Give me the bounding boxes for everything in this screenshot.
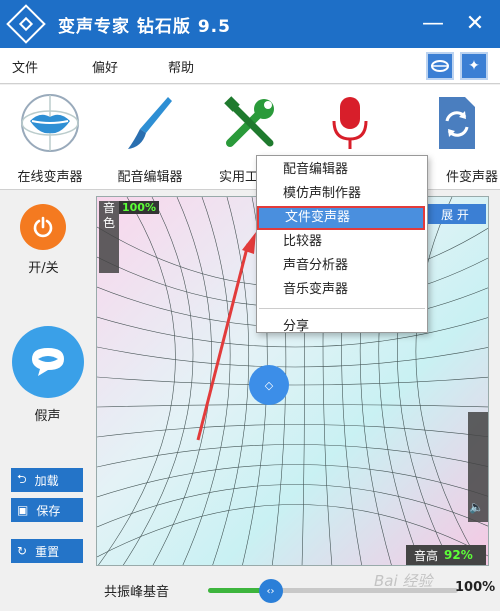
save-icon: ▣ — [17, 503, 29, 517]
tool-dubbing-editor[interactable]: 配音编辑器 — [105, 93, 195, 185]
dropdown-item-share[interactable]: 分享 — [257, 315, 427, 339]
expand-button[interactable]: 展 开 — [424, 204, 486, 224]
timbre-value: 100% — [119, 201, 159, 214]
watermark: Bai 经验 — [374, 572, 433, 590]
minimize-button[interactable]: — — [418, 8, 448, 38]
tool-label: 配音编辑器 — [117, 170, 183, 185]
pad-drag-handle[interactable]: ◇ — [249, 365, 289, 405]
dropdown-item[interactable]: 音乐变声器 — [257, 278, 427, 302]
microphone-icon — [332, 97, 368, 149]
reset-icon: ↻ — [17, 544, 28, 558]
menu-bar: 文件 偏好 帮助 — [0, 48, 500, 84]
pitch-value: 92% — [444, 548, 473, 562]
formant-value: 100% — [455, 580, 496, 595]
menu-preferences[interactable]: 偏好 — [92, 57, 118, 76]
dropdown-item[interactable]: 声音分析器 — [257, 254, 427, 278]
falsetto-label: 假声 — [34, 409, 61, 424]
save-label: 保存 — [36, 503, 61, 518]
falsetto-button[interactable] — [12, 326, 84, 398]
dropdown-item[interactable]: 模仿声制作器 — [257, 182, 427, 206]
load-label: 加载 — [34, 473, 59, 488]
speech-bubble-icon — [32, 348, 64, 376]
file-convert-icon — [439, 97, 475, 149]
dropdown-separator — [259, 308, 425, 309]
load-icon: ⮌ — [17, 471, 27, 486]
dropdown-item[interactable]: 文件变声器 — [257, 206, 425, 230]
save-button[interactable]: ▣ 保存 — [11, 498, 83, 522]
slider-knob[interactable]: ‹› — [258, 579, 283, 603]
tool-online-voice-changer[interactable]: 在线变声器 — [5, 93, 95, 185]
utilities-dropdown: 配音编辑器 模仿声制作器 文件变声器 比较器 声音分析器 音乐变声器 分享 — [256, 155, 428, 334]
reset-button[interactable]: ↻ 重置 — [11, 539, 83, 563]
reset-label: 重置 — [35, 544, 60, 559]
lips-skin-button[interactable] — [426, 52, 454, 80]
tool-microphone[interactable] — [305, 93, 395, 157]
dropdown-item[interactable]: 配音编辑器 — [257, 158, 427, 182]
window-title: 变声专家 钻石版 9.5 — [58, 16, 231, 37]
brush-icon — [128, 97, 172, 149]
power-label: 开/关 — [28, 261, 59, 276]
pitch-readout: 音高 92% — [406, 545, 486, 565]
app-logo-icon — [6, 4, 46, 44]
load-button[interactable]: ⮌ 加载 — [11, 468, 83, 492]
formant-label: 共振峰基音 — [104, 585, 170, 600]
power-icon — [33, 216, 53, 238]
dropdown-item[interactable]: 比较器 — [257, 230, 427, 254]
tools-icon — [224, 96, 274, 147]
lips-icon — [431, 60, 449, 72]
menu-file[interactable]: 文件 — [12, 57, 38, 76]
arrows-icon: ◇ — [264, 378, 274, 392]
menu-help[interactable]: 帮助 — [168, 57, 194, 76]
speaker-icon[interactable]: 🔈 — [469, 500, 484, 514]
timbre-label: 音色 — [103, 201, 116, 230]
left-panel: 开/关 假声 ⮌ 加载 ▣ 保存 ↻ 重置 — [0, 190, 95, 611]
sparkle-icon: ✦ — [468, 58, 480, 74]
pitch-label: 音高 — [414, 548, 439, 563]
lips-icon — [21, 94, 79, 152]
magic-skin-button[interactable]: ✦ — [460, 52, 488, 80]
tool-label: 在线变声器 — [17, 170, 83, 185]
close-button[interactable]: ✕ — [460, 8, 490, 38]
power-button[interactable] — [20, 204, 66, 250]
